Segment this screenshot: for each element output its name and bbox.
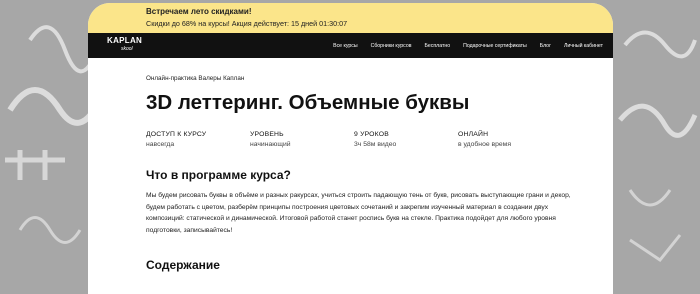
contents-heading: Содержание xyxy=(146,258,220,272)
program-description: Мы будем рисовать буквы в объёме и разны… xyxy=(146,192,571,234)
course-content: Онлайн-практика Валеры Каплан 3D леттери… xyxy=(88,75,613,272)
meta-label: 9 УРОКОВ xyxy=(354,131,389,138)
promo-banner[interactable]: Встречаем лето скидками! Скидки до 68% н… xyxy=(88,3,613,33)
nav-blog[interactable]: Блог xyxy=(540,43,551,49)
meta-access: ДОСТУП К КУРСУ навсегда xyxy=(146,131,250,148)
meta-value: 3ч 58м видео xyxy=(354,141,397,148)
top-navigation: KAPLAN skool Все курсы Сборники курсов Б… xyxy=(88,33,613,58)
meta-lessons: 9 УРОКОВ 3ч 58м видео xyxy=(354,131,458,148)
meta-level: УРОВЕНЬ начинающий xyxy=(250,131,354,148)
nav-account[interactable]: Личный кабинет xyxy=(564,43,603,49)
nav-all-courses[interactable]: Все курсы xyxy=(333,43,357,49)
meta-value: начинающий xyxy=(250,141,291,148)
meta-value: в удобное время xyxy=(458,141,512,148)
course-title: 3D леттеринг. Объемные буквы xyxy=(146,91,470,114)
nav-free[interactable]: Бесплатно xyxy=(424,43,450,49)
promo-title: Встречаем лето скидками! xyxy=(146,7,252,16)
nav-gift-certificates[interactable]: Подарочные сертификаты xyxy=(463,43,527,49)
promo-countdown: Скидки до 68% на курсы! Акция действует:… xyxy=(146,19,348,28)
meta-label: ОНЛАЙН xyxy=(458,131,489,138)
meta-online: ОНЛАЙН в удобное время xyxy=(458,131,562,148)
browser-page: Встречаем лето скидками! Скидки до 68% н… xyxy=(88,3,613,294)
meta-label: УРОВЕНЬ xyxy=(250,131,284,138)
meta-value: навсегда xyxy=(146,141,175,148)
logo-sub-text: skool xyxy=(121,46,133,52)
meta-label: ДОСТУП К КУРСУ xyxy=(146,131,207,138)
course-meta: ДОСТУП К КУРСУ навсегда УРОВЕНЬ начинающ… xyxy=(146,131,613,148)
nav-links: Все курсы Сборники курсов Бесплатно Пода… xyxy=(320,33,603,58)
course-author: Онлайн-практика Валеры Каплан xyxy=(146,75,245,82)
nav-course-bundles[interactable]: Сборники курсов xyxy=(371,43,412,49)
logo-main-text: KAPLAN xyxy=(107,36,143,45)
kaplan-logo[interactable]: KAPLAN skool xyxy=(107,36,143,55)
program-heading: Что в программе курса? xyxy=(146,168,291,182)
